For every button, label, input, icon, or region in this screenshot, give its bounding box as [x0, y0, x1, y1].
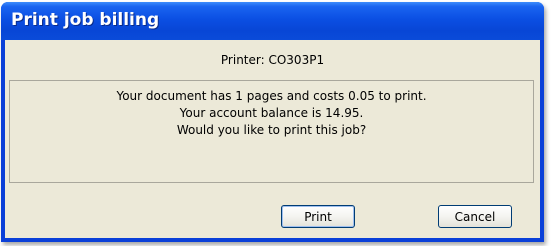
title-bar[interactable]: Print job billing [1, 2, 544, 40]
printer-name-label: Printer: CO303P1 [220, 53, 325, 67]
print-button[interactable]: Print [281, 205, 355, 228]
dialog-window: Print job billing Printer: CO303P1 Your … [1, 2, 544, 242]
dialog-body: Printer: CO303P1 Your document has 1 pag… [5, 40, 540, 238]
dialog-title: Print job billing [11, 10, 160, 30]
confirm-question: Would you like to print this job? [176, 123, 367, 137]
cost-message: Your document has 1 pages and costs 0.05… [116, 89, 427, 103]
balance-message: Your account balance is 14.95. [179, 106, 364, 120]
message-panel: Your document has 1 pages and costs 0.05… [9, 80, 534, 183]
cancel-button[interactable]: Cancel [438, 205, 512, 228]
